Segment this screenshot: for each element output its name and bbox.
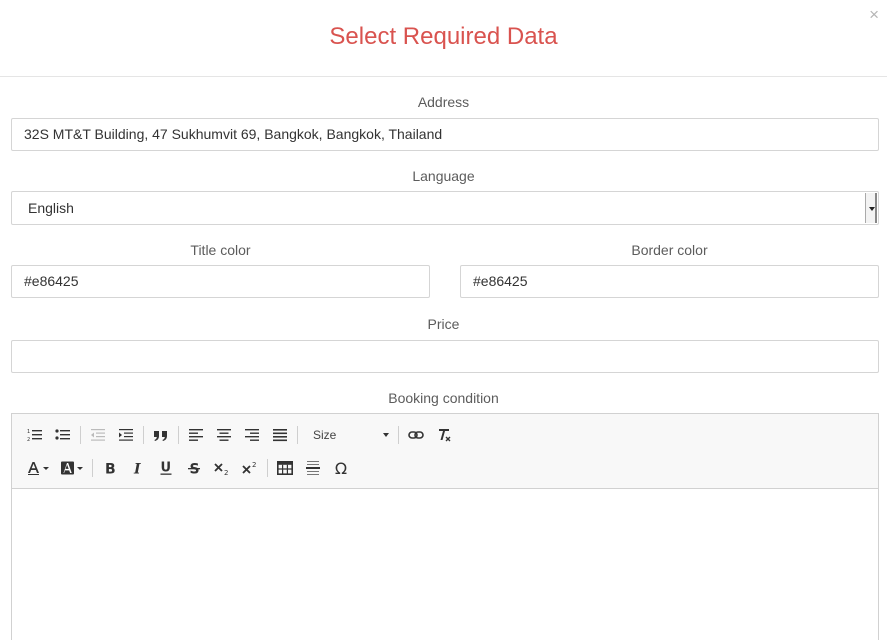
horizontal-line-icon[interactable]	[299, 455, 327, 481]
align-center-icon[interactable]	[210, 422, 238, 448]
chevron-down-icon[interactable]	[865, 193, 877, 223]
close-icon[interactable]: ×	[869, 5, 879, 25]
chevron-down-icon	[383, 433, 389, 437]
toolbar-separator	[92, 459, 93, 477]
bulleted-list-icon[interactable]	[49, 422, 77, 448]
text-color-icon[interactable]	[21, 455, 55, 481]
font-size-label: Size	[313, 428, 337, 442]
special-character-icon[interactable]: Ω	[327, 455, 355, 481]
toolbar-separator	[398, 426, 399, 444]
modal-title: Select Required Data	[329, 23, 558, 50]
strikethrough-icon[interactable]: S	[180, 455, 208, 481]
svg-text:I: I	[133, 462, 141, 476]
underline-icon[interactable]: U	[152, 455, 180, 481]
toolbar-separator	[297, 426, 298, 444]
border-color-label: Border color	[631, 242, 708, 258]
price-label: Price	[427, 316, 460, 332]
modal-header: Select Required Data ×	[0, 0, 887, 77]
toolbar-separator	[267, 459, 268, 477]
background-color-icon[interactable]	[55, 455, 89, 481]
border-color-input[interactable]: #e86425	[460, 265, 879, 298]
toolbar-separator	[80, 426, 81, 444]
toolbar-separator	[143, 426, 144, 444]
address-input[interactable]: 32S MT&T Building, 47 Sukhumvit 69, Bang…	[11, 118, 879, 151]
language-selected-value: English	[28, 200, 74, 216]
bold-icon[interactable]: B	[96, 455, 124, 481]
svg-text:1: 1	[27, 429, 30, 435]
font-size-dropdown[interactable]: Size	[301, 422, 395, 448]
svg-text:2: 2	[224, 469, 228, 475]
numbered-list-icon[interactable]: 12	[21, 422, 49, 448]
price-input[interactable]	[11, 340, 879, 373]
blockquote-icon[interactable]	[147, 422, 175, 448]
svg-text:2: 2	[252, 461, 256, 469]
booking-condition-label: Booking condition	[388, 390, 499, 406]
justify-icon[interactable]	[266, 422, 294, 448]
subscript-icon[interactable]: 2	[208, 455, 236, 481]
link-icon[interactable]	[402, 422, 430, 448]
svg-text:2: 2	[27, 437, 30, 442]
table-icon[interactable]	[271, 455, 299, 481]
toolbar-separator	[178, 426, 179, 444]
address-label: Address	[417, 94, 470, 110]
editor-toolbar: 12 Size B I U S 2 2 Ω	[12, 414, 878, 489]
align-right-icon[interactable]	[238, 422, 266, 448]
omega-glyph: Ω	[334, 458, 348, 478]
italic-icon[interactable]: I	[124, 455, 152, 481]
svg-text:B: B	[105, 462, 116, 476]
indent-icon[interactable]	[112, 422, 140, 448]
title-color-input[interactable]: #e86425	[11, 265, 430, 298]
superscript-icon[interactable]: 2	[236, 455, 264, 481]
editor-content-area[interactable]	[12, 489, 878, 640]
align-left-icon[interactable]	[182, 422, 210, 448]
language-select[interactable]: English	[11, 191, 879, 225]
outdent-icon[interactable]	[84, 422, 112, 448]
svg-text:U: U	[161, 461, 172, 476]
remove-format-icon[interactable]	[430, 422, 458, 448]
language-label: Language	[412, 168, 475, 184]
title-color-label: Title color	[190, 242, 251, 258]
rich-text-editor: 12 Size B I U S 2 2 Ω	[11, 413, 879, 640]
